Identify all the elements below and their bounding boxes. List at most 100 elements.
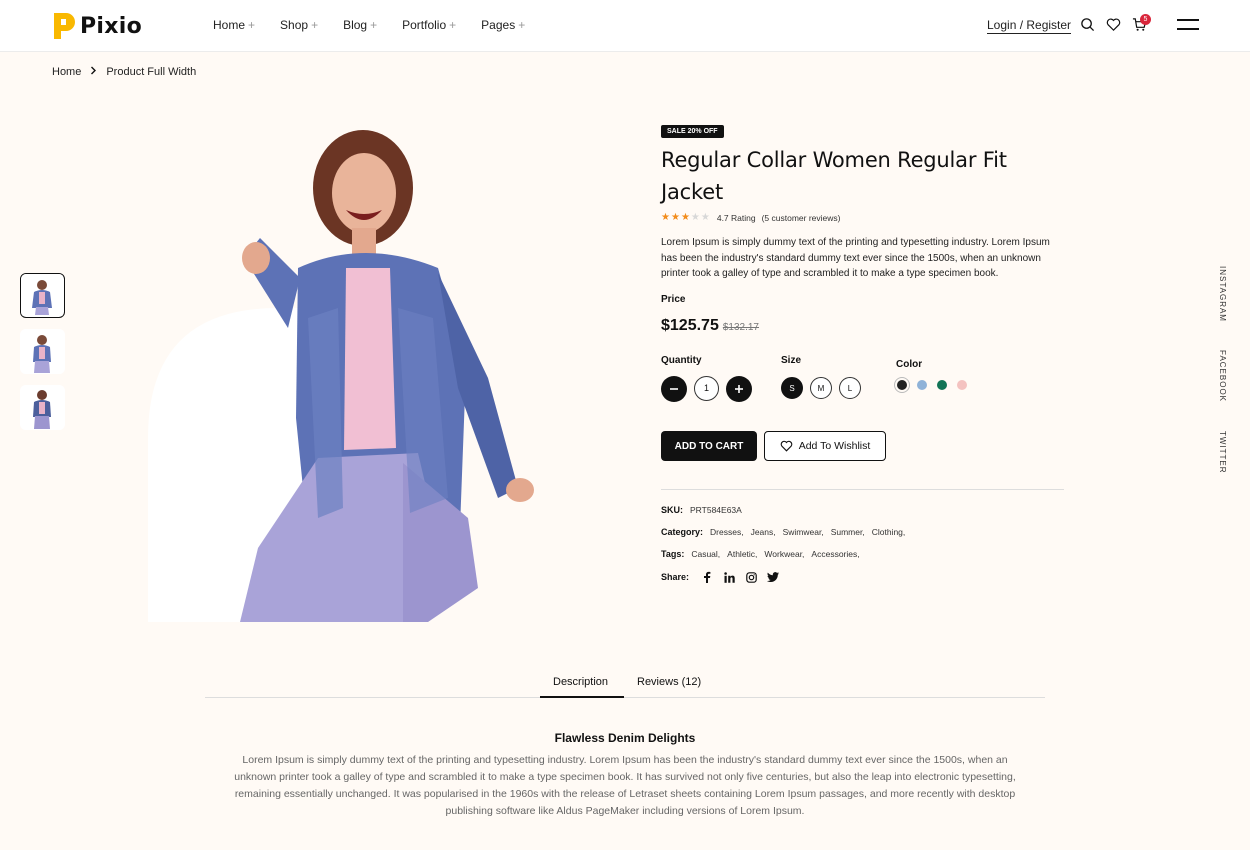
divider: [661, 489, 1064, 490]
rating-stars: ★ ★ ★ ★ ★: [661, 212, 711, 223]
product-main-image: [148, 130, 534, 622]
nav-portfolio[interactable]: Portfolio +: [402, 18, 456, 32]
star-empty-icon: ★: [690, 212, 700, 223]
heart-icon: [780, 440, 792, 452]
plus-icon: [735, 385, 743, 393]
price: $125.75 $132.17: [661, 317, 759, 335]
nav-shop[interactable]: Shop +: [280, 18, 318, 32]
tag-link[interactable]: Casual,: [691, 549, 720, 559]
quantity-input[interactable]: 1: [694, 376, 719, 401]
side-instagram-link[interactable]: INSTAGRAM: [1218, 266, 1227, 322]
current-price: $125.75: [661, 317, 719, 334]
cart-count-badge: 5: [1140, 14, 1151, 25]
color-swatch-pink[interactable]: [957, 380, 967, 390]
size-option-m[interactable]: M: [810, 377, 832, 399]
reviews-link[interactable]: (5 customer reviews): [762, 213, 841, 223]
instagram-icon[interactable]: [745, 571, 757, 583]
logo[interactable]: Pixio: [52, 11, 142, 41]
nav-pages[interactable]: Pages +: [481, 18, 525, 32]
tags-row: Tags: Casual, Athletic, Workwear, Access…: [661, 549, 867, 559]
nav-blog[interactable]: Blog +: [343, 18, 377, 32]
gallery-thumb-1[interactable]: [20, 273, 65, 318]
linkedin-icon[interactable]: [723, 571, 735, 583]
thumb-image: [21, 274, 63, 316]
add-to-cart-button[interactable]: ADD TO CART: [661, 431, 757, 461]
nav-home-label: Home: [213, 18, 246, 32]
plus-icon: +: [518, 18, 526, 32]
minus-icon: [670, 388, 678, 390]
category-link[interactable]: Clothing,: [872, 527, 906, 537]
plus-icon: +: [370, 18, 378, 32]
logo-text: Pixio: [80, 13, 143, 39]
side-twitter-link[interactable]: TWITTER: [1218, 431, 1227, 474]
tab-description[interactable]: Description: [553, 676, 608, 688]
search-icon[interactable]: [1080, 17, 1096, 33]
quantity-increase-button[interactable]: [726, 376, 752, 402]
breadcrumb-home[interactable]: Home: [52, 66, 81, 78]
plus-icon: +: [248, 18, 256, 32]
logo-mark-icon: [52, 11, 76, 41]
tabs-divider: [205, 697, 1045, 698]
gallery-thumb-2[interactable]: [20, 329, 65, 374]
share-row: Share:: [661, 571, 789, 583]
color-label: Color: [896, 359, 923, 370]
star-icon: ★: [670, 212, 680, 223]
section-title: Flawless Denim Delights: [554, 731, 696, 745]
nav-shop-label: Shop: [280, 18, 309, 32]
star-empty-icon: ★: [700, 212, 710, 223]
product-rating: ★ ★ ★ ★ ★ 4.7 Rating (5 customer reviews…: [661, 212, 840, 223]
nav-blog-label: Blog: [343, 18, 368, 32]
nav-home[interactable]: Home +: [213, 18, 255, 32]
side-facebook-link[interactable]: FACEBOOK: [1218, 350, 1227, 402]
sku-value: PRT584E63A: [690, 505, 742, 515]
gallery-thumb-3[interactable]: [20, 385, 65, 430]
sku-row: SKU: PRT584E63A: [661, 505, 749, 515]
thumb-image: [20, 329, 65, 374]
menu-icon[interactable]: [1177, 19, 1199, 31]
color-swatch-blue[interactable]: [917, 380, 927, 390]
active-tab-indicator: [540, 696, 624, 698]
chevron-right-icon: [90, 66, 97, 78]
quantity-label: Quantity: [661, 355, 702, 366]
old-price: $132.17: [722, 322, 759, 333]
category-label: Category:: [661, 527, 704, 537]
wishlist-label: Add To Wishlist: [798, 440, 871, 452]
sku-label: SKU:: [661, 505, 683, 515]
size-label: Size: [781, 355, 802, 366]
facebook-icon[interactable]: [701, 571, 713, 583]
tag-link[interactable]: Accessories,: [811, 549, 859, 559]
category-link[interactable]: Dresses,: [710, 527, 744, 537]
tags-label: Tags:: [661, 549, 685, 559]
add-to-wishlist-button[interactable]: Add To Wishlist: [764, 431, 886, 461]
star-icon: ★: [680, 212, 690, 223]
site-header: Pixio Home + Shop + Blog + Portfolio + Pages…: [0, 0, 1250, 52]
size-option-s[interactable]: S: [781, 377, 803, 399]
tab-reviews[interactable]: Reviews (12): [637, 676, 701, 688]
breadcrumb: Home Product Full Width: [52, 66, 196, 78]
product-title: Regular Collar Women Regular Fit Jacket: [661, 148, 1007, 204]
nav-portfolio-label: Portfolio: [402, 18, 447, 32]
price-label: Price: [661, 294, 686, 305]
category-link[interactable]: Swimwear,: [783, 527, 824, 537]
category-link[interactable]: Jeans,: [751, 527, 776, 537]
category-link[interactable]: Summer,: [831, 527, 865, 537]
sale-badge: SALE 20% OFF: [661, 125, 724, 138]
tag-link[interactable]: Athletic,: [727, 549, 757, 559]
star-icon: ★: [661, 212, 670, 223]
plus-icon: +: [449, 18, 457, 32]
color-swatch-green[interactable]: [937, 380, 947, 390]
thumb-image: [20, 385, 65, 430]
main-nav: Home + Shop + Blog + Portfolio + Pages +: [213, 18, 550, 32]
size-option-l[interactable]: L: [839, 377, 861, 399]
share-label: Share:: [661, 572, 690, 582]
heart-icon[interactable]: [1106, 17, 1122, 33]
color-swatch-black[interactable]: [897, 380, 907, 390]
tag-link[interactable]: Workwear,: [764, 549, 804, 559]
quantity-decrease-button[interactable]: [661, 376, 687, 402]
rating-text: 4.7 Rating: [716, 212, 756, 223]
nav-pages-label: Pages: [481, 18, 516, 32]
twitter-icon[interactable]: [767, 571, 780, 583]
login-register-link[interactable]: Login / Register: [987, 18, 1072, 34]
category-row: Category: Dresses, Jeans, Swimwear, Summ…: [661, 527, 912, 537]
plus-icon: +: [311, 18, 319, 32]
